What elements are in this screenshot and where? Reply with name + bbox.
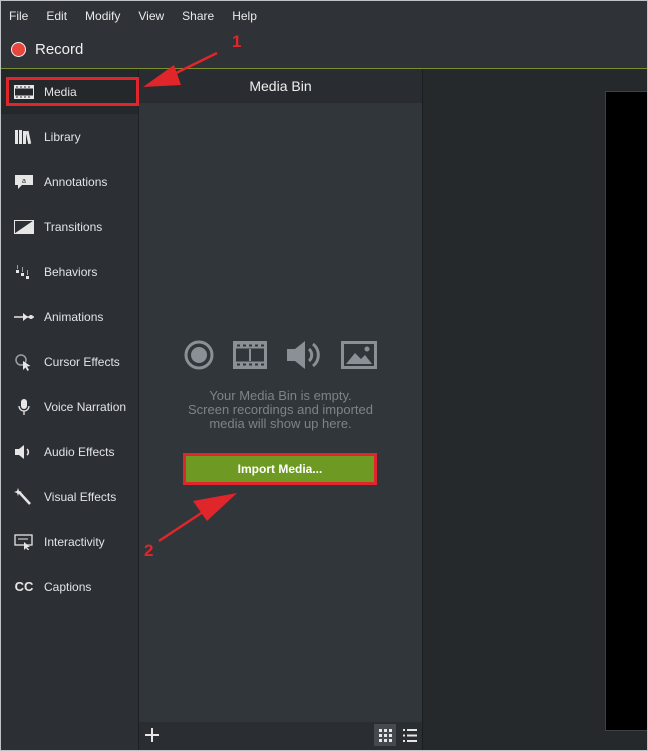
app-window: File Edit Modify View Share Help Record …: [0, 0, 648, 751]
media-type-icons: [183, 337, 383, 371]
tools-sidebar: Media Library a Annotations Transitions …: [1, 69, 139, 750]
sidebar-item-label: Audio Effects: [44, 444, 115, 459]
sidebar-item-transitions[interactable]: Transitions: [1, 204, 138, 249]
record-button[interactable]: Record: [35, 41, 83, 58]
cc-icon: CC: [14, 579, 34, 594]
step-1-label: 1: [232, 32, 242, 51]
transition-icon: [13, 218, 35, 236]
cursor-icon: [13, 353, 35, 371]
empty-line-3: media will show up here.: [209, 416, 352, 431]
film-strip-icon: [233, 341, 267, 374]
sidebar-item-media[interactable]: Media: [1, 69, 138, 114]
annotation-icon: a: [13, 173, 35, 191]
list-view-icon[interactable]: [399, 724, 421, 746]
grid-view-icon[interactable]: [374, 724, 396, 746]
sidebar-item-animations[interactable]: Animations: [1, 294, 138, 339]
sidebar-item-audio-effects[interactable]: Audio Effects: [1, 429, 138, 474]
sidebar-item-annotations[interactable]: a Annotations: [1, 159, 138, 204]
menu-edit[interactable]: Edit: [37, 1, 76, 31]
menu-share[interactable]: Share: [173, 1, 223, 31]
step-2-label: 2: [144, 541, 154, 560]
sidebar-item-interactivity[interactable]: Interactivity: [1, 519, 138, 564]
menu-modify[interactable]: Modify: [76, 1, 129, 31]
image-picture-icon: [341, 341, 377, 374]
menu-file[interactable]: File: [1, 1, 37, 31]
sidebar-item-behaviors[interactable]: Behaviors: [1, 249, 138, 294]
sidebar-item-label: Behaviors: [44, 264, 98, 279]
microphone-icon: [13, 398, 35, 416]
sidebar-item-label: Voice Narration: [44, 399, 127, 414]
record-toolbar: Record: [1, 31, 647, 69]
import-media-button[interactable]: Import Media...: [183, 453, 377, 485]
sidebar-item-label: Interactivity: [44, 534, 105, 549]
sidebar-item-voice-narration[interactable]: Voice Narration: [1, 384, 138, 429]
preview-canvas[interactable]: [605, 91, 647, 731]
empty-bin-message: Your Media Bin is empty. Screen recordin…: [159, 389, 402, 431]
record-circle-icon: [183, 339, 215, 376]
library-icon: [13, 128, 35, 146]
empty-line-2: Screen recordings and imported: [188, 402, 373, 417]
magic-wand-icon: [13, 487, 35, 506]
sidebar-item-cursor-effects[interactable]: Cursor Effects: [1, 339, 138, 384]
behaviors-icon: [13, 263, 35, 281]
svg-text:a: a: [22, 178, 26, 185]
media-bin-panel: Media Bin Your Media Bin is empty. Scree…: [139, 69, 423, 750]
menu-bar: File Edit Modify View Share Help: [1, 1, 647, 31]
add-icon[interactable]: [141, 724, 163, 746]
sidebar-item-label: Media: [44, 84, 77, 99]
sidebar-item-label: Library: [44, 129, 81, 144]
canvas-area: [423, 69, 647, 750]
sidebar-item-visual-effects[interactable]: Visual Effects: [1, 474, 138, 519]
animation-icon: [13, 308, 35, 326]
speaker-icon: [13, 443, 35, 461]
media-bin-title: Media Bin: [139, 69, 422, 103]
audio-speaker-icon: [285, 339, 323, 376]
sidebar-item-label: Cursor Effects: [44, 354, 120, 369]
sidebar-item-label: Captions: [44, 579, 92, 594]
film-icon: [13, 83, 35, 101]
empty-line-1: Your Media Bin is empty.: [209, 388, 352, 403]
sidebar-item-label: Visual Effects: [44, 489, 117, 504]
record-icon[interactable]: [11, 42, 26, 57]
media-bin-footer: [139, 722, 422, 750]
menu-view[interactable]: View: [129, 1, 173, 31]
menu-help[interactable]: Help: [223, 1, 266, 31]
interactivity-icon: [13, 533, 35, 551]
sidebar-item-captions[interactable]: CC Captions: [1, 564, 138, 609]
sidebar-item-label: Animations: [44, 309, 104, 324]
sidebar-item-label: Annotations: [44, 174, 108, 189]
sidebar-item-library[interactable]: Library: [1, 114, 138, 159]
sidebar-item-label: Transitions: [44, 219, 103, 234]
